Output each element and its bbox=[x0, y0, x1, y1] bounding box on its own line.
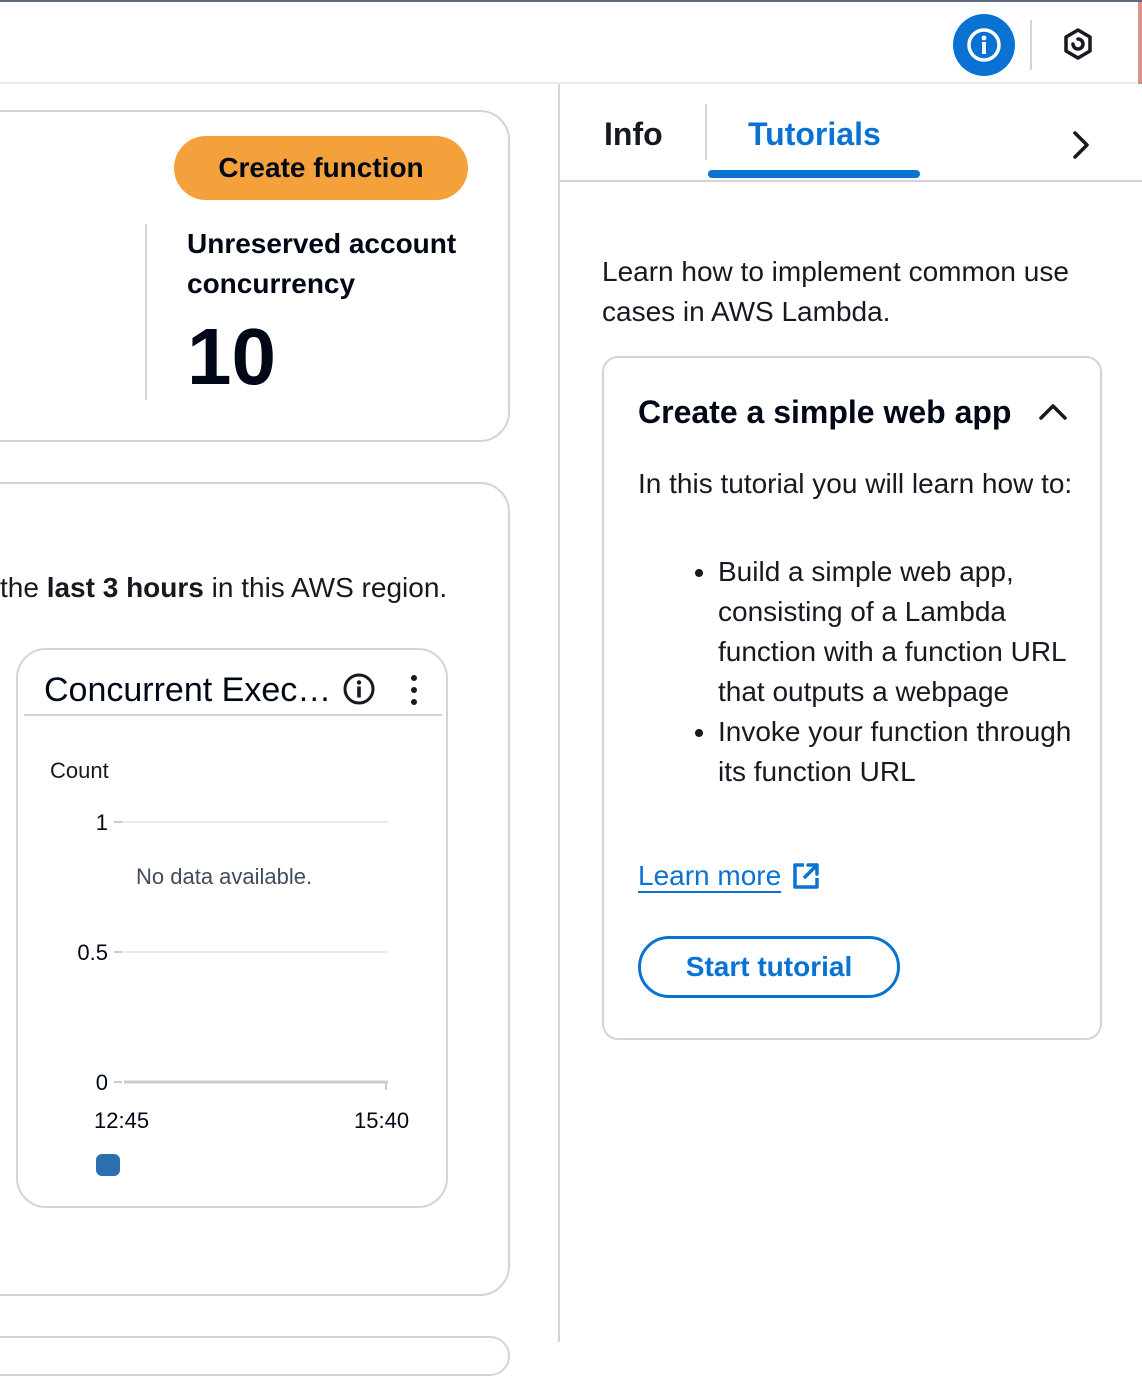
concurrent-executions-widget: Concurrent Executions Count 10.50 12:451… bbox=[16, 648, 448, 1208]
metrics-description-suffix: in this AWS region. bbox=[203, 572, 448, 603]
chevron-up-icon[interactable] bbox=[1036, 396, 1070, 426]
legend-swatch[interactable] bbox=[96, 1154, 120, 1176]
active-tab-indicator bbox=[708, 170, 920, 178]
widget-header-divider bbox=[24, 714, 442, 716]
y-tick-label: 0.5 bbox=[77, 940, 108, 965]
concurrent-executions-chart: Count 10.50 12:45 15:40 No data available… bbox=[50, 758, 409, 1176]
tab-tutorials[interactable]: Tutorials bbox=[748, 114, 881, 154]
chevron-right-icon[interactable] bbox=[1066, 128, 1096, 162]
chart-gridlines bbox=[114, 821, 388, 1083]
tutorial-steps: Build a simple web app, consisting of a … bbox=[638, 552, 1078, 792]
learn-more-link[interactable]: Learn more bbox=[638, 858, 821, 894]
learn-more-label: Learn more bbox=[638, 860, 782, 891]
column-divider bbox=[145, 224, 147, 400]
help-intro: Learn how to implement common use cases … bbox=[602, 256, 1069, 327]
tutorial-title[interactable]: Create a simple web app bbox=[638, 392, 1011, 432]
help-panel: Info Tutorials Learn how to implement co… bbox=[558, 84, 1142, 1342]
y-tick-label: 1 bbox=[96, 810, 108, 835]
metrics-description-prefix: the bbox=[0, 572, 47, 603]
x-tick-labels: 12:45 15:40 bbox=[94, 1108, 409, 1133]
unreserved-concurrency-value: 10 bbox=[187, 312, 276, 401]
x-tick-label: 15:40 bbox=[354, 1108, 409, 1133]
metrics-description-timeframe: last 3 hours bbox=[46, 572, 204, 603]
toolbar-divider bbox=[1030, 20, 1032, 70]
info-icon[interactable] bbox=[342, 672, 376, 706]
list-item: Invoke your function through its functio… bbox=[718, 712, 1078, 792]
y-axis-label: Count bbox=[50, 758, 109, 783]
tutorial-card: Create a simple web app In this tutorial… bbox=[602, 356, 1102, 1040]
chart-empty-message: No data available. bbox=[136, 864, 312, 889]
start-tutorial-button[interactable]: Start tutorial bbox=[638, 936, 900, 998]
info-icon bbox=[967, 28, 1001, 62]
unreserved-concurrency-label: Unreserved account concurrency bbox=[187, 228, 457, 299]
widget-title: Concurrent Executions bbox=[44, 671, 344, 709]
next-section-card bbox=[0, 1336, 510, 1376]
top-navigation bbox=[0, 0, 1142, 86]
window-edge bbox=[1138, 2, 1142, 86]
list-item: Build a simple web app, consisting of a … bbox=[718, 552, 1078, 712]
external-link-icon bbox=[793, 863, 819, 889]
info-toggle-button[interactable] bbox=[953, 14, 1015, 76]
create-function-button[interactable]: Create function bbox=[174, 136, 468, 200]
x-tick-label: 12:45 bbox=[94, 1108, 149, 1133]
tutorial-description: In this tutorial you will learn how to: bbox=[638, 468, 1073, 499]
help-panel-tabs: Info Tutorials bbox=[560, 84, 1142, 182]
y-tick-labels: 10.50 bbox=[77, 810, 108, 1095]
tab-info[interactable]: Info bbox=[604, 114, 663, 154]
y-tick-label: 0 bbox=[96, 1070, 108, 1095]
metrics-description: the last 3 hours in this AWS region. bbox=[0, 570, 500, 606]
hexagon-icon bbox=[1064, 28, 1092, 60]
more-vertical-icon[interactable] bbox=[404, 670, 424, 710]
settings-button[interactable] bbox=[1054, 20, 1102, 68]
tab-divider bbox=[705, 104, 707, 160]
